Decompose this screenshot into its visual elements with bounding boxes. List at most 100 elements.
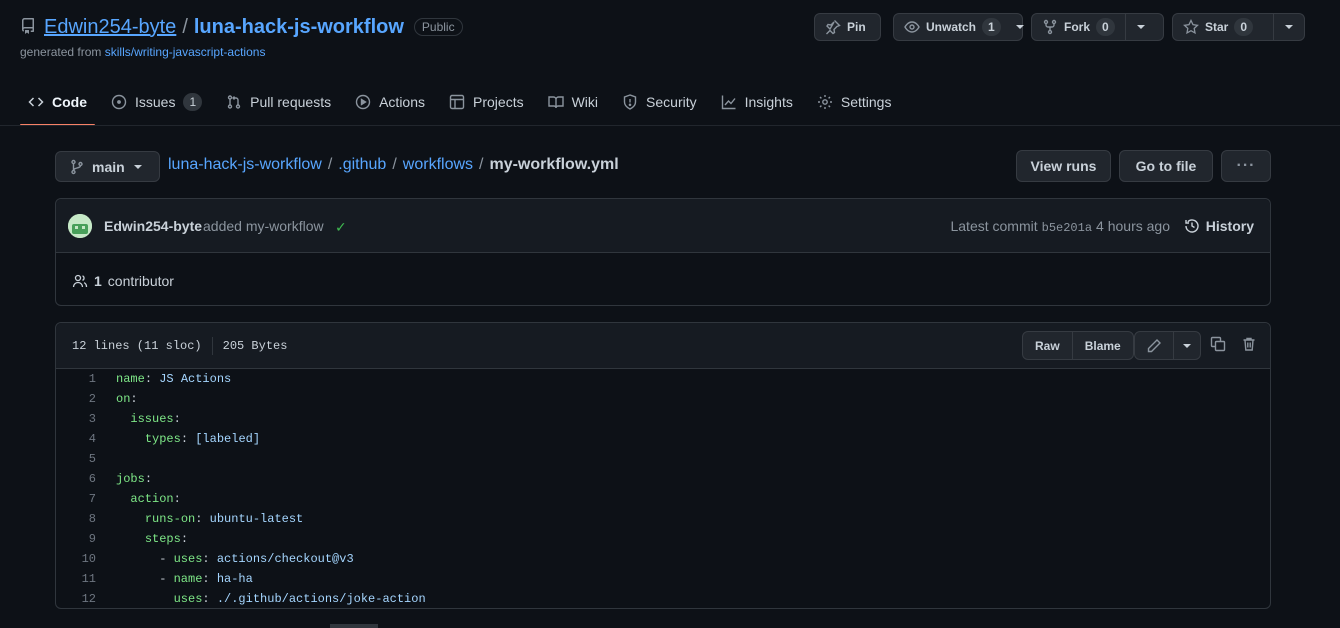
commit-author-link[interactable]: Edwin254-byte bbox=[104, 218, 202, 234]
line-number[interactable]: 7 bbox=[56, 492, 116, 506]
pull-request-icon bbox=[226, 94, 242, 110]
yaml-colon: : bbox=[180, 432, 196, 446]
code-view[interactable]: 1 name: JS Actions 2 on: 3 issues: 4 types: [… bbox=[56, 369, 1270, 608]
line-number[interactable]: 4 bbox=[56, 432, 116, 446]
code-line: 5 bbox=[56, 449, 1270, 469]
tab-pull-requests[interactable]: Pull requests bbox=[218, 84, 339, 120]
line-number[interactable]: 9 bbox=[56, 532, 116, 546]
fork-button[interactable]: Fork 0 bbox=[1031, 13, 1164, 41]
line-number[interactable]: 10 bbox=[56, 552, 116, 566]
yaml-key: steps bbox=[144, 532, 181, 546]
code-line: 2 on: bbox=[56, 389, 1270, 409]
eye-icon bbox=[904, 19, 920, 35]
star-button[interactable]: Star 0 bbox=[1172, 13, 1305, 41]
copy-icon[interactable] bbox=[1210, 336, 1226, 352]
chevron-down-icon[interactable] bbox=[1007, 24, 1033, 30]
check-icon[interactable]: ✓ bbox=[335, 219, 347, 236]
history-label: History bbox=[1205, 218, 1254, 234]
commit-sha-link[interactable]: b5e201a bbox=[1042, 221, 1092, 235]
yaml-key: action bbox=[130, 492, 174, 506]
fork-label: Fork bbox=[1064, 20, 1091, 34]
code-icon bbox=[28, 94, 44, 110]
generated-from: generated from skills/writing-javascript… bbox=[20, 45, 265, 59]
branch-selector[interactable]: main bbox=[55, 151, 160, 182]
view-runs-button[interactable]: View runs bbox=[1016, 150, 1111, 182]
table-icon bbox=[449, 94, 465, 110]
trash-icon[interactable] bbox=[1241, 336, 1257, 352]
line-content: - uses: actions/checkout@v3 bbox=[116, 552, 353, 566]
go-to-file-button[interactable]: Go to file bbox=[1119, 150, 1213, 182]
breadcrumb-separator: / bbox=[479, 156, 484, 173]
chevron-down-icon bbox=[1284, 24, 1294, 30]
file-size: 205 Bytes bbox=[222, 339, 288, 353]
raw-button[interactable]: Raw bbox=[1023, 332, 1072, 359]
pencil-icon bbox=[1146, 338, 1162, 354]
people-icon bbox=[72, 273, 88, 289]
pin-button[interactable]: Pin bbox=[814, 13, 881, 41]
code-line: 10 - uses: actions/checkout@v3 bbox=[56, 549, 1270, 569]
tab-settings[interactable]: Settings bbox=[809, 84, 900, 120]
tab-insights[interactable]: Insights bbox=[713, 84, 801, 120]
yaml-key: on bbox=[116, 392, 131, 406]
history-link[interactable]: History bbox=[1184, 218, 1254, 234]
yaml-colon: : bbox=[173, 412, 181, 426]
code-line: 12 uses: ./.github/actions/joke-action bbox=[56, 589, 1270, 608]
edit-button[interactable] bbox=[1135, 332, 1173, 359]
line-number[interactable]: 3 bbox=[56, 412, 116, 426]
tab-wiki-label: Wiki bbox=[571, 94, 599, 110]
more-options-button[interactable]: ··· bbox=[1221, 150, 1271, 182]
line-content: jobs: bbox=[116, 472, 152, 486]
line-number[interactable]: 6 bbox=[56, 472, 116, 486]
line-number[interactable]: 2 bbox=[56, 392, 116, 406]
line-content: runs-on: ubuntu-latest bbox=[116, 512, 303, 526]
tab-security[interactable]: Security bbox=[614, 84, 705, 120]
repo-name-link[interactable]: luna-hack-js-workflow bbox=[194, 16, 404, 39]
repo-owner-link[interactable]: Edwin254-byte bbox=[44, 16, 176, 39]
tab-issues[interactable]: Issues 1 bbox=[103, 84, 210, 120]
horizontal-scrollbar[interactable] bbox=[330, 624, 378, 628]
graph-icon bbox=[721, 94, 737, 110]
commit-message[interactable]: added my-workflow bbox=[203, 218, 324, 234]
blame-button[interactable]: Blame bbox=[1071, 332, 1133, 359]
code-line: 9 steps: bbox=[56, 529, 1270, 549]
commit-time: 4 hours ago bbox=[1096, 218, 1170, 234]
yaml-value: [labeled] bbox=[195, 432, 261, 446]
tab-wiki[interactable]: Wiki bbox=[540, 84, 606, 120]
yaml-colon: : bbox=[202, 552, 217, 566]
breadcrumb-repo-link[interactable]: luna-hack-js-workflow bbox=[168, 156, 322, 174]
line-number[interactable]: 1 bbox=[56, 372, 116, 386]
contributor-label: contributor bbox=[107, 273, 174, 289]
avatar[interactable] bbox=[68, 214, 92, 238]
repo-separator: / bbox=[182, 15, 188, 38]
breadcrumb-github-link[interactable]: .github bbox=[338, 156, 386, 174]
breadcrumb-workflows-link[interactable]: workflows bbox=[403, 156, 473, 174]
yaml-value: ha-ha bbox=[216, 572, 253, 586]
line-number[interactable]: 11 bbox=[56, 572, 116, 586]
repo-title: Edwin254-byte / luna-hack-js-workflow Pu… bbox=[44, 14, 463, 40]
star-dropdown[interactable] bbox=[1273, 14, 1304, 40]
tab-actions[interactable]: Actions bbox=[347, 84, 433, 120]
line-number[interactable]: 12 bbox=[56, 592, 116, 606]
code-line: 7 action: bbox=[56, 489, 1270, 509]
file-lines-info: 12 lines (11 sloc) bbox=[72, 339, 202, 353]
unwatch-button[interactable]: Unwatch 1 bbox=[893, 13, 1024, 41]
yaml-key: name bbox=[173, 572, 203, 586]
line-number[interactable]: 5 bbox=[56, 452, 116, 466]
breadcrumb: luna-hack-js-workflow / .github / workfl… bbox=[168, 156, 619, 174]
tab-code[interactable]: Code bbox=[20, 84, 95, 126]
tab-projects[interactable]: Projects bbox=[441, 84, 532, 120]
code-line: 3 issues: bbox=[56, 409, 1270, 429]
fork-icon bbox=[1042, 19, 1058, 35]
watch-count: 1 bbox=[982, 18, 1001, 36]
edit-dropdown[interactable] bbox=[1173, 332, 1200, 359]
line-content: name: JS Actions bbox=[116, 372, 231, 386]
fork-dropdown[interactable] bbox=[1124, 14, 1156, 40]
contributors[interactable]: 1 contributor bbox=[72, 273, 174, 289]
line-number[interactable]: 8 bbox=[56, 512, 116, 526]
yaml-colon: : bbox=[173, 492, 181, 506]
template-repo-link[interactable]: skills/writing-javascript-actions bbox=[105, 45, 266, 59]
yaml-colon: : bbox=[202, 592, 217, 606]
